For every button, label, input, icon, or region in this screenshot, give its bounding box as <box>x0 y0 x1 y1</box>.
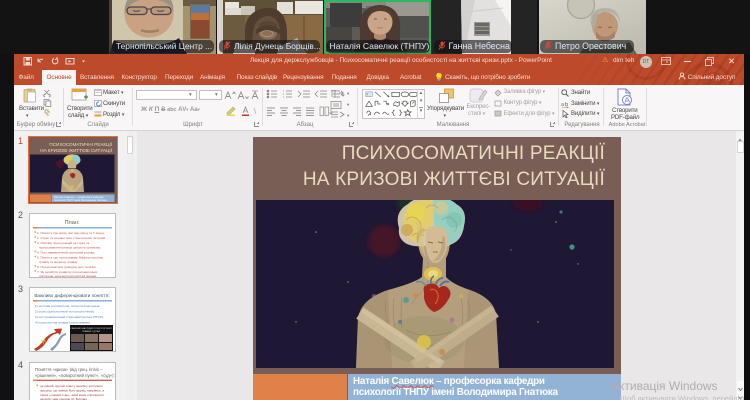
svg-text:5. Поняття про психотравму, бі: 5. Поняття про психотравму, біфішну псих… <box>37 255 104 259</box>
svg-text:психології ТНПУ імені Володими: психології ТНПУ імені Володимира Гнатюка <box>54 198 107 202</box>
svg-text:НА КРИЗОВІ ЖИТТЄВІ СИТУАЦІЇ: НА КРИЗОВІ ЖИТТЄВІ СИТУАЦІЇ <box>40 147 112 153</box>
svg-text:2. Стрес та основні типи стрес: 2. Стрес та основні типи стресогенних си… <box>37 236 106 240</box>
svg-text:2) стрес (фізіологічний та пси: 2) стрес (фізіологічний та психологічний… <box>35 310 95 314</box>
svg-text:це рівний, крутий злам у переб: це рівний, крутий злам у перебігу життєв… <box>40 384 103 388</box>
svg-text:травму та медичну травму.: травму та медичну травму. <box>39 260 78 264</box>
svg-text:1) життєва (особистісна, психо: 1) життєва (особистісна, психологічна) к… <box>35 304 100 308</box>
svg-text:ПСИХОСОМАТИЧНІ РЕАКЦІЇ: ПСИХОСОМАТИЧНІ РЕАКЦІЇ <box>49 141 112 147</box>
svg-text:3) посттравматичний стресовий: 3) посттравматичний стресовий розлад (ПТ… <box>35 315 104 319</box>
svg-text:СВАЖНІШІ НАСЛІДКИ ПСИХОЛОГІЧНО: СВАЖНІШІ НАСЛІДКИ ПСИХОЛОГІЧНОЇ <box>70 327 112 330</box>
svg-text:4) психологічна травма (психот: 4) психологічна травма (психотравма). <box>35 321 91 325</box>
svg-text:6. Психосоматика: доведені дос: 6. Психосоматика: доведені досі та міфи. <box>37 265 96 269</box>
svg-text:1. Поняття про кризу, життєву: 1. Поняття про кризу, життєву кризу та Т… <box>37 231 105 235</box>
svg-text:психосоматичні реакції цілісно: психосоматичні реакції цілісного організ… <box>39 245 101 249</box>
svg-text:▾: ▾ <box>347 91 350 96</box>
svg-text:▾: ▾ <box>347 113 350 118</box>
svg-text:4. Посттравматичний стресовий: 4. Посттравматичний стресовий розлад. <box>37 250 95 254</box>
svg-text:План:: План: <box>65 220 80 226</box>
svg-text:порушень: загальні психологічн: порушень: загальні психологічні поради. <box>39 274 97 277</box>
svg-text:Поняття «криза» (від грец. kri: Поняття «криза» (від грец. krisis – <box>35 367 103 372</box>
svg-text:«рішення», «поворотний пункт»,: «рішення», «поворотний пункт», «суд»): <box>35 373 115 378</box>
svg-text:процесу, що змінює його форму,: процесу, що змінює його форму, напрямок,… <box>40 389 104 393</box>
svg-text:3. Основні групи реакцій на ст: 3. Основні групи реакцій на стрес та <box>37 241 89 245</box>
svg-text:Важливо диференціювати поняття: Важливо диференціювати поняття: <box>34 293 109 298</box>
svg-text:ТРАВМИ У ДІТЕЙ: ТРАВМИ У ДІТЕЙ <box>82 330 100 333</box>
svg-text:▾: ▾ <box>347 102 350 107</box>
